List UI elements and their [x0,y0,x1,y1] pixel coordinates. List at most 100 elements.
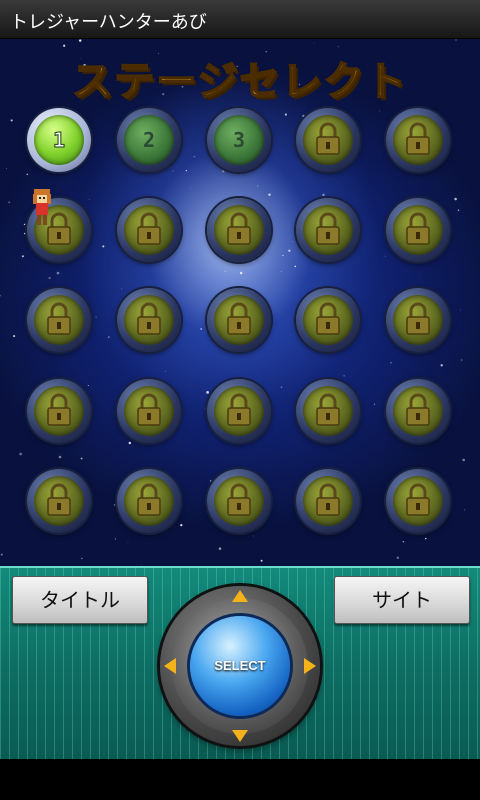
stage-button-17[interactable] [117,379,181,443]
stage-number [296,198,360,262]
app-titlebar: トレジャーハンターあび [0,0,480,39]
star [21,255,24,258]
stage-number: 3 [232,128,246,152]
stage-button-1[interactable]: 1 [27,108,91,172]
star [165,370,167,372]
arrow-right-icon[interactable] [304,658,316,674]
stage-number [386,288,450,352]
star [343,375,345,377]
stage-number [296,469,360,533]
stage-number [296,108,360,172]
stage-button-23[interactable] [207,469,271,533]
title-button[interactable]: タイトル [12,576,148,624]
star [322,193,325,197]
star [95,316,97,318]
stage-number [296,379,360,443]
site-button[interactable]: サイト [334,576,470,624]
star [190,188,192,189]
star [454,197,457,201]
stage-select-area: ステージセレクト 1 2 3 [0,39,480,566]
star [284,113,287,116]
stage-button-24[interactable] [296,469,360,533]
star [268,193,271,196]
star [48,276,51,280]
arrow-down-icon[interactable] [232,730,248,742]
star [239,271,243,275]
star [402,540,405,543]
star [10,119,13,122]
stage-button-11[interactable] [27,288,91,352]
star [379,110,380,112]
star [102,245,105,248]
stage-button-22[interactable] [117,469,181,533]
stage-number [207,379,271,443]
stage-number [207,288,271,352]
stage-number [117,469,181,533]
star [6,167,7,169]
star [390,361,392,364]
stage-button-8[interactable] [207,198,271,262]
star [462,458,466,462]
stage-button-5[interactable] [386,108,450,172]
bottom-bar [0,759,480,800]
star [0,553,3,556]
stage-button-13[interactable] [207,288,271,352]
stage-button-18[interactable] [207,379,271,443]
star [337,46,339,48]
star [58,455,62,459]
star [80,457,83,460]
stage-button-14[interactable] [296,288,360,352]
stage-number: 2 [142,128,156,152]
star [440,364,443,367]
stage-button-10[interactable] [386,198,450,262]
stage-button-12[interactable] [117,288,181,352]
stage-number [117,288,181,352]
select-button[interactable]: SELECT [190,616,290,716]
star [63,44,66,47]
stage-number [117,198,181,262]
stage-number [27,288,91,352]
stage-number [27,469,91,533]
stage-button-21[interactable] [27,469,91,533]
star [193,155,196,158]
star [460,309,461,311]
stage-button-25[interactable] [386,469,450,533]
stage-button-3[interactable]: 3 [207,108,271,172]
arrow-left-icon[interactable] [164,658,176,674]
stage-button-4[interactable] [296,108,360,172]
stage-number: 1 [52,128,66,153]
star [127,542,129,544]
star [113,504,116,506]
star [26,173,29,176]
star [185,169,187,172]
direction-pad[interactable]: SELECT [160,586,320,746]
star [224,270,226,273]
stage-button-15[interactable] [386,288,450,352]
star [294,265,297,268]
star [19,452,23,456]
stage-number [386,469,450,533]
stage-button-7[interactable] [117,198,181,262]
star [460,359,463,361]
stage-button-9[interactable] [296,198,360,262]
star [455,39,457,41]
star [8,201,11,204]
star [81,557,83,560]
arrow-up-icon[interactable] [232,590,248,602]
star [457,209,460,211]
star [292,241,294,242]
star [0,294,1,297]
star [200,327,203,331]
star [13,335,16,338]
stage-number [207,198,271,262]
stage-number [27,379,91,443]
stage-button-2[interactable]: 2 [117,108,181,172]
star [288,249,291,252]
star [218,547,222,550]
stage-button-19[interactable] [296,379,360,443]
stage-button-16[interactable] [27,379,91,443]
stage-button-20[interactable] [386,379,450,443]
player-character-icon [33,189,51,225]
app-title: トレジャーハンターあび [10,12,207,33]
stage-select-heading: ステージセレクト [71,58,408,106]
